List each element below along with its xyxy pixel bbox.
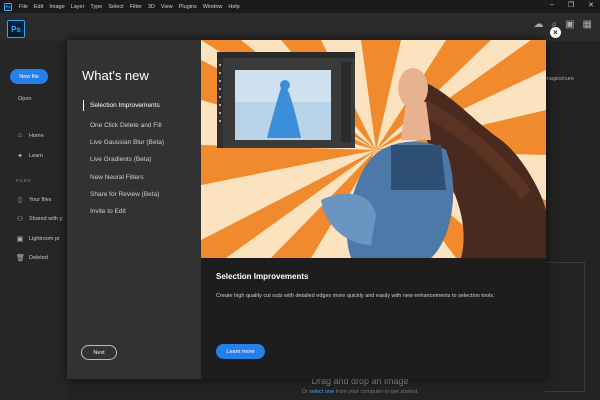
apps-icon[interactable]: ▦: [583, 19, 592, 30]
sidebar-item-home[interactable]: ⌂ Home: [16, 132, 44, 139]
file-icon: ▯: [18, 197, 22, 204]
sidebar-item-deleted[interactable]: 🗑 Deleted: [16, 254, 48, 262]
feature-detail: Selection Improvements Create high quali…: [201, 258, 546, 379]
ps-window-mock: [217, 52, 355, 148]
menu-help[interactable]: Help: [225, 4, 242, 10]
feature-item-share-for-review[interactable]: Share for Review (Beta): [83, 186, 164, 203]
sidebar-item-label: Deleted: [29, 255, 48, 261]
feature-item-live-gaussian-blur[interactable]: Live Gaussian Blur (Beta): [83, 134, 164, 151]
sidebar-item-shared[interactable]: ⚇ Shared with y: [16, 215, 62, 223]
gift-icon[interactable]: ▣: [565, 19, 574, 30]
new-file-button[interactable]: New file: [10, 69, 48, 84]
menu-bar: Ps File Edit Image Layer Type Select Fil…: [0, 0, 600, 13]
window-close-icon[interactable]: ✕: [588, 1, 594, 9]
hero-illustration: [201, 40, 546, 258]
close-dialog-icon[interactable]: ×: [550, 27, 561, 38]
sidebar-item-label: Shared with y: [29, 216, 63, 222]
hero-image: [201, 40, 546, 258]
dialog-title: What's new: [82, 68, 149, 83]
menu-edit[interactable]: Edit: [31, 4, 46, 10]
ps-mini-logo-icon: Ps: [4, 2, 12, 11]
menu-layer[interactable]: Layer: [68, 4, 88, 10]
home-icon: ⌂: [17, 132, 23, 139]
whats-new-dialog: What's new Selection Improvements One Cl…: [67, 40, 546, 379]
sidebar-item-your-files[interactable]: ▯ Your files: [16, 196, 51, 204]
next-button[interactable]: Next: [81, 345, 117, 360]
shared-icon: ⚇: [16, 216, 24, 223]
sidebar-item-label: Learn: [29, 153, 44, 159]
feature-item-selection-improvements[interactable]: Selection Improvements: [83, 100, 164, 111]
background-text: images/cure: [544, 76, 574, 82]
restore-icon[interactable]: ❐: [568, 1, 574, 9]
menu-select[interactable]: Select: [105, 4, 126, 10]
lightroom-icon: ▣: [16, 236, 24, 243]
menu-filter[interactable]: Filter: [127, 4, 145, 10]
minimize-icon[interactable]: –: [550, 1, 554, 9]
photoshop-window: Ps File Edit Image Layer Type Select Fil…: [0, 0, 600, 400]
select-file-link[interactable]: select one: [309, 389, 334, 395]
cloud-icon[interactable]: ☁: [533, 19, 543, 30]
files-section-label: FILES: [16, 178, 32, 183]
drag-drop-subtitle: Or select one from your computer to get …: [301, 389, 419, 395]
menu-plugins[interactable]: Plugins: [176, 4, 200, 10]
sidebar-item-learn[interactable]: ✦ Learn: [16, 152, 43, 160]
feature-item-live-gradients[interactable]: Live Gradients (Beta): [83, 151, 164, 168]
photoshop-logo: Ps: [7, 20, 25, 38]
background-panel: [545, 262, 585, 392]
feature-list: Selection Improvements One Click Delete …: [83, 100, 164, 220]
top-icons: ☁ ⌕ ▣ ▦: [533, 19, 592, 30]
feature-item-invite-to-edit[interactable]: Invite to Edit: [83, 203, 164, 220]
top-toolbar: Ps ☁ ⌕ ▣ ▦: [0, 13, 600, 41]
menu-file[interactable]: File: [16, 4, 31, 10]
sidebar-item-lightroom[interactable]: ▣ Lightroom pr: [16, 235, 60, 243]
feature-detail-title: Selection Improvements: [216, 272, 309, 281]
menu-type[interactable]: Type: [87, 4, 105, 10]
sidebar-item-label: Home: [29, 132, 44, 139]
learn-more-button[interactable]: Learn more: [216, 344, 265, 359]
lightbulb-icon: ✦: [17, 153, 23, 160]
feature-item-neural-filters[interactable]: New Neural Filters: [83, 169, 164, 186]
feature-item-one-click-delete[interactable]: One Click Delete and Fill: [83, 117, 164, 134]
whats-new-sidebar: What's new Selection Improvements One Cl…: [67, 40, 201, 379]
open-button[interactable]: Open: [18, 96, 31, 102]
trash-icon: 🗑: [16, 255, 25, 262]
menu-3d[interactable]: 3D: [145, 4, 158, 10]
feature-detail-description: Create high quality cut outs with detail…: [216, 293, 495, 299]
menu-image[interactable]: Image: [46, 4, 67, 10]
window-controls: – ❐ ✕: [550, 1, 594, 9]
home-sidebar: New file Open ⌂ Home ✦ Learn FILES ▯ You…: [0, 41, 68, 400]
sidebar-item-label: Lightroom pr: [29, 236, 60, 242]
menu-view[interactable]: View: [158, 4, 176, 10]
sidebar-item-label: Your files: [29, 197, 52, 203]
menu-window[interactable]: Window: [200, 4, 226, 10]
